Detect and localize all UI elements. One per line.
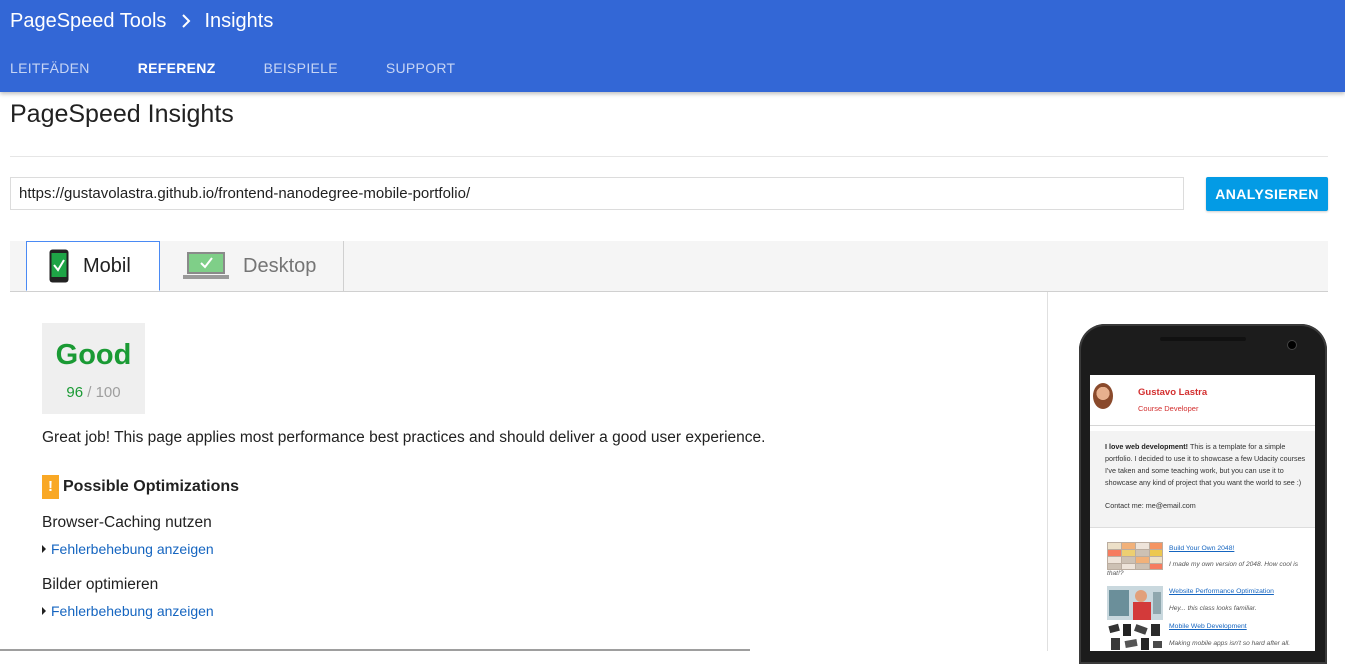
- project-link-performance[interactable]: Website Performance Optimization: [1169, 588, 1274, 595]
- triangle-right-icon: [42, 607, 46, 615]
- tab-desktop[interactable]: Desktop: [160, 241, 344, 291]
- triangle-right-icon: [42, 545, 46, 553]
- show-fix-link[interactable]: Fehlerbehebung anzeigen: [42, 603, 214, 619]
- preview-about: I love web development! This is a templa…: [1090, 431, 1315, 528]
- nav-tab-referenz[interactable]: REFERENZ: [138, 60, 216, 76]
- analyze-button[interactable]: ANALYSIEREN: [1206, 177, 1328, 211]
- divider: [10, 156, 1328, 157]
- rule-browser-caching: Browser-Caching nutzen: [42, 514, 212, 531]
- url-input[interactable]: [10, 177, 1184, 210]
- score-number: 96 / 100: [42, 384, 145, 401]
- column-divider: [1047, 292, 1048, 651]
- rule-optimize-images: Bilder optimieren: [42, 576, 159, 593]
- top-nav: LEITFÄDEN REFERENZ BEISPIELE SUPPORT: [10, 60, 503, 76]
- preview-contact: Contact me: me@email.com: [1105, 501, 1196, 510]
- preview-role: Course Developer: [1138, 404, 1199, 413]
- show-fix-link[interactable]: Fehlerbehebung anzeigen: [42, 541, 214, 557]
- nav-tab-support[interactable]: SUPPORT: [386, 60, 456, 76]
- avatar: [1093, 383, 1113, 409]
- score-box: Good 96 / 100: [42, 323, 145, 414]
- project-thumbnail-2048: [1107, 542, 1163, 570]
- project-thumbnail-mobile: [1107, 622, 1163, 651]
- score-max: / 100: [87, 384, 121, 401]
- mobile-screenshot-preview: Gustavo Lastra Course Developer I love w…: [1090, 375, 1315, 651]
- project-desc-2048: I made my own version of 2048. How cool …: [1169, 561, 1299, 568]
- laptop-check-icon: [183, 251, 229, 281]
- warning-icon: !: [42, 475, 59, 499]
- device-tabs: Mobil Desktop: [10, 241, 1328, 292]
- nav-tab-beispiele[interactable]: BEISPIELE: [264, 60, 338, 76]
- preview-name: Gustavo Lastra: [1138, 387, 1208, 398]
- score-label: Good: [55, 339, 132, 371]
- preview-about-bold: I love web development!: [1105, 442, 1189, 451]
- project-link-2048[interactable]: Build Your Own 2048!: [1169, 545, 1234, 552]
- phone-speaker: [1160, 337, 1246, 341]
- breadcrumb-pagespeed-tools[interactable]: PageSpeed Tools: [10, 10, 166, 33]
- show-fix-label: Fehlerbehebung anzeigen: [51, 603, 214, 619]
- nav-tab-leitfaeden[interactable]: LEITFÄDEN: [10, 60, 90, 76]
- score-value: 96: [66, 384, 84, 401]
- project-desc-2048-wrap: that!?: [1107, 570, 1124, 577]
- top-app-bar: PageSpeed Tools Insights LEITFÄDEN REFER…: [0, 0, 1345, 92]
- project-thumbnail-performance: [1107, 586, 1163, 620]
- tab-mobile[interactable]: Mobil: [26, 241, 160, 291]
- breadcrumb-insights[interactable]: Insights: [204, 10, 273, 33]
- breadcrumb: PageSpeed Tools Insights: [10, 9, 273, 33]
- show-fix-label: Fehlerbehebung anzeigen: [51, 541, 214, 557]
- tab-desktop-label: Desktop: [243, 254, 317, 277]
- chevron-right-icon: [178, 13, 194, 29]
- project-desc-performance: Hey... this class looks familiar.: [1169, 605, 1257, 612]
- page-title: PageSpeed Insights: [10, 100, 234, 128]
- tab-mobile-label: Mobil: [83, 254, 131, 277]
- preview-header: Gustavo Lastra Course Developer: [1090, 375, 1315, 426]
- possible-optimizations-heading: ! Possible Optimizations: [42, 475, 239, 499]
- project-link-mobile[interactable]: Mobile Web Development: [1169, 623, 1247, 630]
- project-desc-mobile: Making mobile apps isn't so hard after a…: [1169, 640, 1291, 647]
- preview-about-text: I love web development! This is a templa…: [1105, 441, 1307, 489]
- phone-camera: [1287, 340, 1297, 350]
- optimizations-title: Possible Optimizations: [63, 478, 240, 495]
- summary-text: Great job! This page applies most perfor…: [42, 429, 766, 446]
- mobile-phone-check-icon: [49, 249, 69, 283]
